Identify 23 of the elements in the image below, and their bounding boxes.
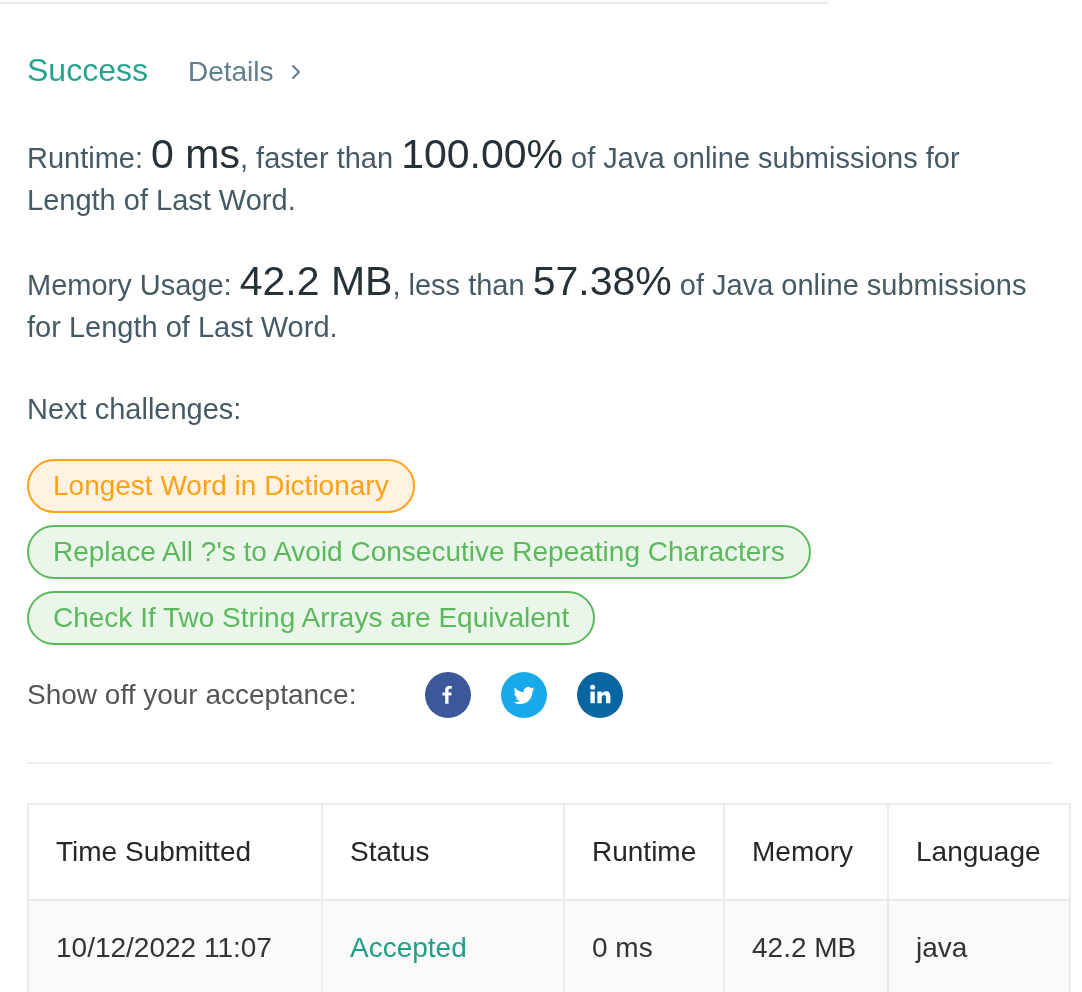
column-header: Status: [322, 804, 564, 900]
facebook-icon[interactable]: [425, 672, 471, 718]
column-header: Time Submitted: [28, 804, 322, 900]
result-status: Success: [27, 51, 148, 90]
table-cell: 0 ms: [564, 900, 724, 992]
challenge-link[interactable]: Check If Two String Arrays are Equivalent: [27, 591, 596, 645]
column-header: Runtime: [564, 804, 724, 900]
memory-summary: Memory Usage: 42.2 MB, less than 57.38% of Java online submissions for Length of Last Word.: [27, 264, 1028, 345]
challenge-link[interactable]: Replace All ?'s to Avoid Consecutive Repeating Characters: [27, 525, 811, 579]
runtime-summary: Runtime: 0 ms, faster than 100.00% of Java online submissions for Length of Last Word.: [27, 137, 961, 218]
challenge-link[interactable]: Longest Word in Dictionary: [27, 459, 415, 513]
next-challenges-label: Next challenges:: [27, 392, 242, 427]
details-link[interactable]: Details: [187, 51, 302, 93]
status-link[interactable]: Accepted: [350, 932, 467, 963]
column-header: Memory: [724, 804, 888, 900]
linkedin-icon[interactable]: [577, 672, 623, 718]
chevron-right-icon: [289, 63, 302, 81]
twitter-icon[interactable]: [501, 672, 547, 718]
table-cell: java: [888, 900, 1070, 992]
table-cell: 10/12/2022 11:07: [28, 900, 322, 992]
share-label: Show off your acceptance:: [27, 679, 358, 711]
table-cell: 42.2 MB: [724, 900, 888, 992]
column-header: Language: [888, 804, 1070, 900]
